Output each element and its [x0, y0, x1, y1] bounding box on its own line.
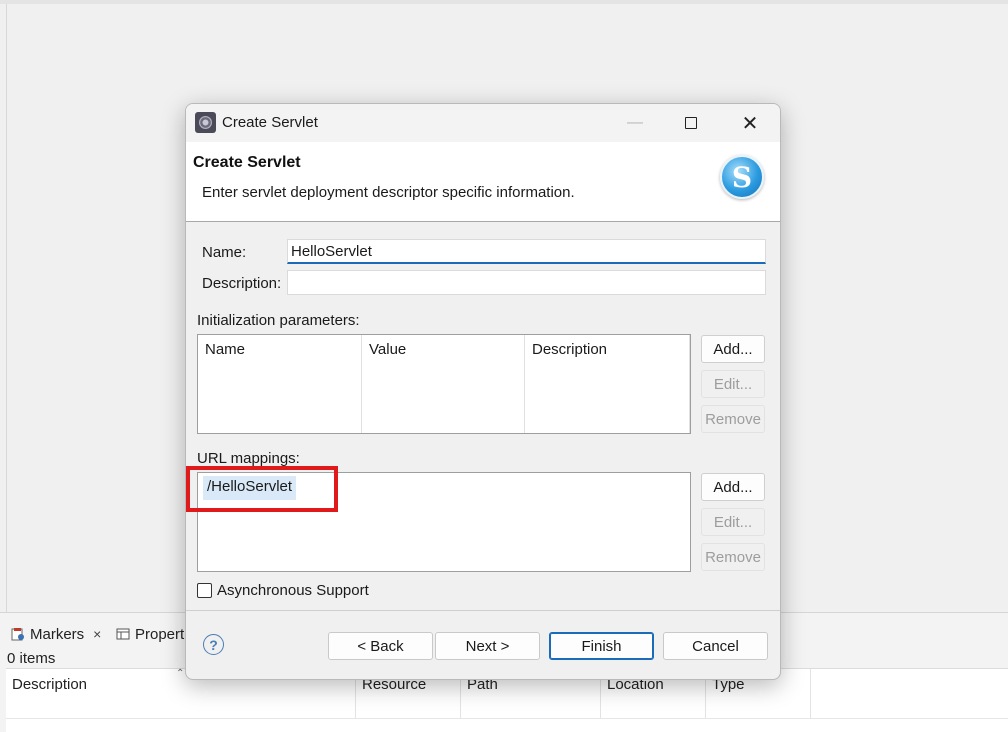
back-button[interactable]: < Back — [328, 632, 433, 660]
async-support-label: Asynchronous Support — [217, 582, 369, 599]
url-add-button[interactable]: Add... — [701, 473, 765, 501]
url-mappings-label: URL mappings: — [197, 450, 300, 467]
markers-row-divider — [6, 718, 1008, 719]
tab-markers-close-icon[interactable]: × — [93, 626, 101, 642]
name-input[interactable] — [287, 239, 766, 264]
init-params-label: Initialization parameters: — [197, 312, 360, 329]
wizard-description: Enter servlet deployment descriptor spec… — [202, 184, 575, 201]
wizard-title: Create Servlet — [193, 154, 301, 171]
dialog-titlebar[interactable]: Create Servlet — ✕ — [186, 104, 780, 142]
init-column-name[interactable]: Name — [198, 335, 362, 433]
minimize-button[interactable]: — — [612, 104, 658, 142]
close-icon: ✕ — [741, 112, 759, 135]
description-input[interactable] — [287, 270, 766, 295]
async-support-option[interactable]: Asynchronous Support — [197, 582, 369, 599]
url-mapping-highlight — [186, 466, 338, 512]
eclipse-app-icon — [195, 112, 216, 133]
minimize-icon: — — [627, 114, 643, 131]
async-support-checkbox[interactable] — [197, 583, 212, 598]
cancel-button[interactable]: Cancel — [663, 632, 768, 660]
url-edit-button[interactable]: Edit... — [701, 508, 765, 536]
next-button[interactable]: Next > — [435, 632, 540, 660]
init-edit-button[interactable]: Edit... — [701, 370, 765, 398]
close-button[interactable]: ✕ — [727, 104, 773, 142]
init-column-description[interactable]: Description — [525, 335, 690, 433]
init-params-table[interactable]: Name Value Description — [197, 334, 691, 434]
finish-button[interactable]: Finish — [549, 632, 654, 660]
properties-icon — [116, 628, 130, 640]
tab-properties-label: Propert — [135, 625, 185, 643]
button-bar-divider — [186, 610, 780, 611]
markers-icon — [11, 628, 24, 641]
tab-markers-label: Markers — [30, 625, 85, 643]
markers-item-count: 0 items — [7, 650, 56, 667]
init-column-value[interactable]: Value — [362, 335, 525, 433]
url-remove-button[interactable]: Remove — [701, 543, 765, 571]
tab-properties[interactable]: Propert — [116, 624, 184, 644]
wizard-header: Create Servlet Enter servlet deployment … — [186, 142, 780, 222]
init-remove-button[interactable]: Remove — [701, 405, 765, 433]
sort-indicator-icon: ⌃ — [176, 668, 185, 679]
maximize-button[interactable] — [668, 104, 714, 142]
init-add-button[interactable]: Add... — [701, 335, 765, 363]
dialog-window-title: Create Servlet — [222, 114, 318, 131]
help-icon[interactable]: ? — [203, 634, 224, 655]
servlet-logo-icon: S — [720, 155, 764, 199]
maximize-icon — [685, 117, 697, 129]
description-label: Description: — [202, 275, 282, 292]
create-servlet-dialog: Create Servlet — ✕ Create Servlet Enter … — [185, 103, 781, 680]
ide-top-strip — [0, 0, 1008, 4]
tab-markers[interactable]: Markers × — [11, 624, 101, 644]
name-label: Name: — [202, 244, 247, 261]
